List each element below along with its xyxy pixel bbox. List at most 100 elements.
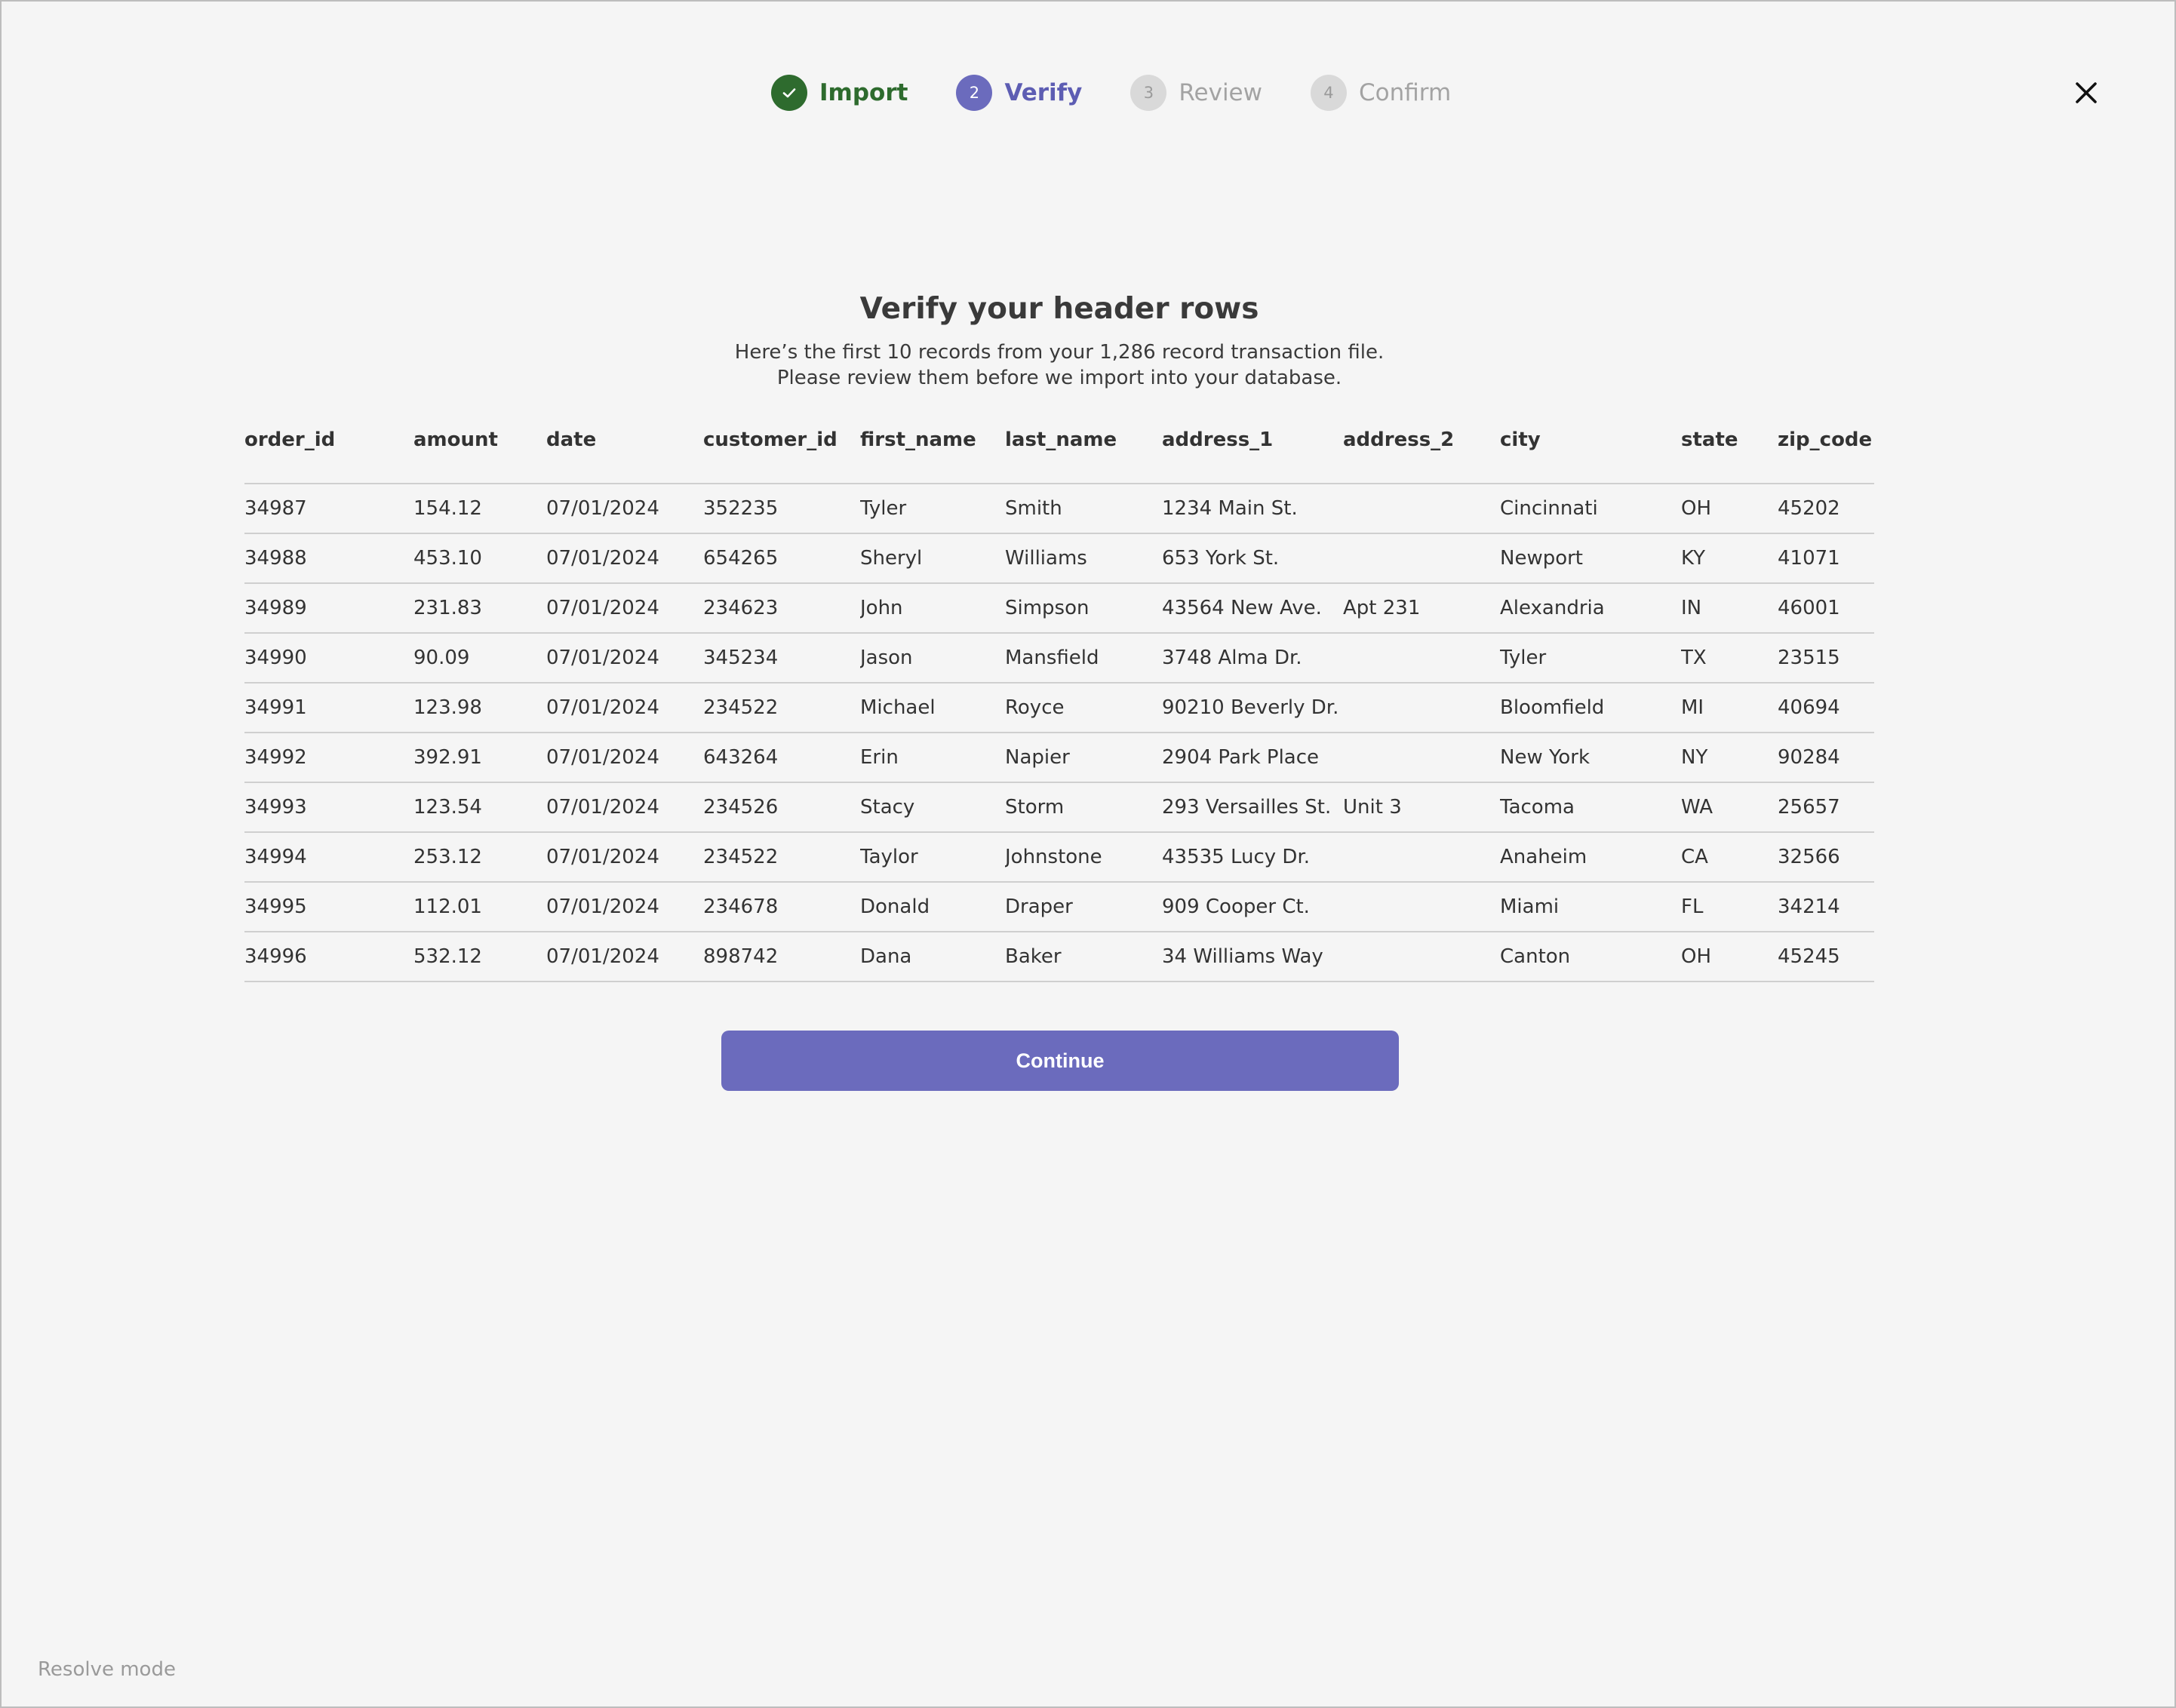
table-cell-address-1: 2904 Park Place [1162,733,1343,783]
column-header-last-name: last_name [1005,429,1162,484]
column-header-state: state [1681,429,1778,484]
table-cell-order-id: 34988 [244,533,413,584]
table-cell-date: 07/01/2024 [546,882,703,932]
table-cell-zip-code: 34214 [1778,882,1874,932]
step-review-label: Review [1179,79,1262,106]
table-cell-first-name: Donald [860,882,1005,932]
column-header-city: city [1500,429,1681,484]
table-cell-amount: 253.12 [413,832,546,883]
close-icon [2076,82,2097,103]
table-cell-address-1: 43564 New Ave. [1162,583,1343,634]
table-cell-zip-code: 32566 [1778,832,1874,883]
table-cell-state: OH [1681,932,1778,982]
table-cell-last-name: Napier [1005,733,1162,783]
table-cell-amount: 123.98 [413,683,546,733]
table-row: 34990 90.09 07/01/2024 345234 Jason Mansfield… [244,633,1874,684]
table-cell-city: New York [1500,733,1681,783]
table-cell-customer-id: 234522 [703,683,860,733]
table-cell-order-id: 34987 [244,484,413,534]
table-cell-address-2: Apt 231 [1343,583,1500,634]
table-cell-state: CA [1681,832,1778,883]
table-cell-address-1: 293 Versailles St. [1162,782,1343,833]
column-header-zip-code: zip_code [1778,429,1874,484]
table-cell-address-2 [1343,633,1500,684]
page-subtitle-line-2: Please review them before we import into… [776,367,1342,389]
table-cell-amount: 123.54 [413,782,546,833]
table-cell-zip-code: 90284 [1778,733,1874,783]
table-cell-zip-code: 41071 [1778,533,1874,584]
table-cell-order-id: 34992 [244,733,413,783]
table-row: 34996 532.12 07/01/2024 898742 Dana Baker 34 W… [244,932,1874,982]
table-cell-customer-id: 234526 [703,782,860,833]
table-cell-order-id: 34996 [244,932,413,982]
table-row: 34989 231.83 07/01/2024 234623 John Simpson 43… [244,583,1874,634]
table-cell-date: 07/01/2024 [546,633,703,684]
column-header-amount: amount [413,429,546,484]
table-cell-state: OH [1681,484,1778,534]
column-header-date: date [546,429,703,484]
table-cell-zip-code: 23515 [1778,633,1874,684]
table-cell-date: 07/01/2024 [546,484,703,534]
step-confirm-label: Confirm [1358,79,1452,106]
table-cell-amount: 231.83 [413,583,546,634]
table-cell-date: 07/01/2024 [546,683,703,733]
table-cell-address-1: 909 Cooper Ct. [1162,882,1343,932]
table-cell-order-id: 34989 [244,583,413,634]
table-body: 34987 154.12 07/01/2024 352235 Tyler Smith 123… [244,484,1874,982]
resolve-mode-label: Resolve mode [38,1658,176,1681]
table-cell-state: FL [1681,882,1778,932]
table-cell-city: Anaheim [1500,832,1681,883]
step-review[interactable]: 3 Review [1130,74,1262,112]
dialog-frame: Import 2 Verify 3 Review 4 Confirm Verif… [0,0,2176,1708]
page-subtitle-line-1: Here’s the first 10 records from your 1,… [734,341,1385,364]
table-cell-first-name: Jason [860,633,1005,684]
table-cell-state: TX [1681,633,1778,684]
table-cell-address-2 [1343,484,1500,534]
table-cell-address-2 [1343,683,1500,733]
table-cell-amount: 532.12 [413,932,546,982]
table-cell-customer-id: 234678 [703,882,860,932]
close-button[interactable] [2069,75,2104,110]
step-import-check-icon [771,75,807,111]
table-cell-address-2 [1343,733,1500,783]
table-cell-first-name: Tyler [860,484,1005,534]
step-verify-number: 2 [956,75,993,111]
table-cell-address-2: Unit 3 [1343,782,1500,833]
table-cell-address-1: 3748 Alma Dr. [1162,633,1343,684]
step-import[interactable]: Import [771,74,908,112]
column-header-address-2: address_2 [1343,429,1500,484]
table-cell-city: Canton [1500,932,1681,982]
table-cell-date: 07/01/2024 [546,583,703,634]
table-cell-address-1: 1234 Main St. [1162,484,1343,534]
table-cell-date: 07/01/2024 [546,733,703,783]
table-cell-last-name: Williams [1005,533,1162,584]
table-cell-city: Tacoma [1500,782,1681,833]
table-row: 34994 253.12 07/01/2024 234522 Taylor Johnsto… [244,832,1874,883]
table-row: 34987 154.12 07/01/2024 352235 Tyler Smith 123… [244,484,1874,534]
step-import-label: Import [819,79,908,106]
table-cell-customer-id: 643264 [703,733,860,783]
table-cell-amount: 392.91 [413,733,546,783]
table-cell-last-name: Draper [1005,882,1162,932]
column-header-first-name: first_name [860,429,1005,484]
table-cell-order-id: 34990 [244,633,413,684]
table-cell-last-name: Simpson [1005,583,1162,634]
table-cell-zip-code: 46001 [1778,583,1874,634]
continue-button[interactable]: Continue [721,1031,1399,1091]
table-cell-order-id: 34993 [244,782,413,833]
table-cell-last-name: Smith [1005,484,1162,534]
table-cell-customer-id: 345234 [703,633,860,684]
table-cell-city: Alexandria [1500,583,1681,634]
table-row: 34993 123.54 07/01/2024 234526 Stacy Storm 293… [244,782,1874,833]
table-cell-address-2 [1343,832,1500,883]
table-cell-order-id: 34995 [244,882,413,932]
step-confirm[interactable]: 4 Confirm [1310,74,1452,112]
table-cell-last-name: Royce [1005,683,1162,733]
table-cell-customer-id: 234522 [703,832,860,883]
table-cell-address-1: 43535 Lucy Dr. [1162,832,1343,883]
table-cell-first-name: Taylor [860,832,1005,883]
table-cell-amount: 154.12 [413,484,546,534]
table-cell-last-name: Mansfield [1005,633,1162,684]
step-verify[interactable]: 2 Verify [956,74,1082,112]
table-cell-address-2 [1343,882,1500,932]
